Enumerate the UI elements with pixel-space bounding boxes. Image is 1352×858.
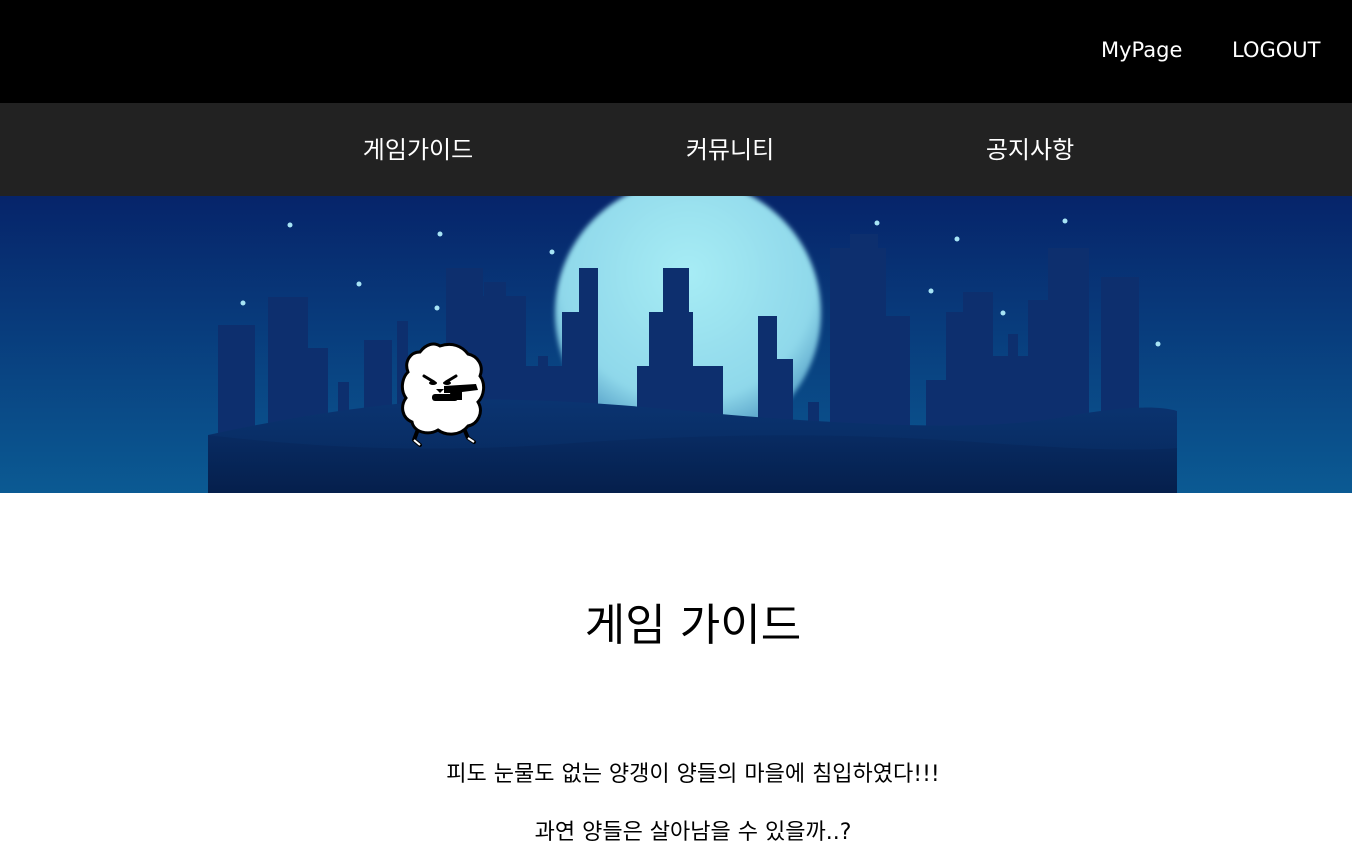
nav-item-game-guide[interactable]: 게임가이드 [318,135,518,165]
guide-description-line-1: 피도 눈물도 없는 양갱이 양들의 마을에 침입하였다!!! [446,762,940,787]
hero-banner [0,196,1352,493]
nav-item-notice[interactable]: 공지사항 [930,135,1130,165]
mypage-link[interactable]: MyPage [1101,36,1182,64]
logout-link[interactable]: LOGOUT [1232,36,1320,64]
main-nav: 게임가이드 커뮤니티 공지사항 [0,103,1352,196]
night-city-illustration [0,196,1352,493]
nav-item-community[interactable]: 커뮤니티 [630,135,830,165]
top-bar: MyPage LOGOUT [0,0,1352,103]
guide-description-line-2: 과연 양들은 살아남을 수 있을까..? [534,820,852,845]
page-title: 게임 가이드 [584,600,802,651]
